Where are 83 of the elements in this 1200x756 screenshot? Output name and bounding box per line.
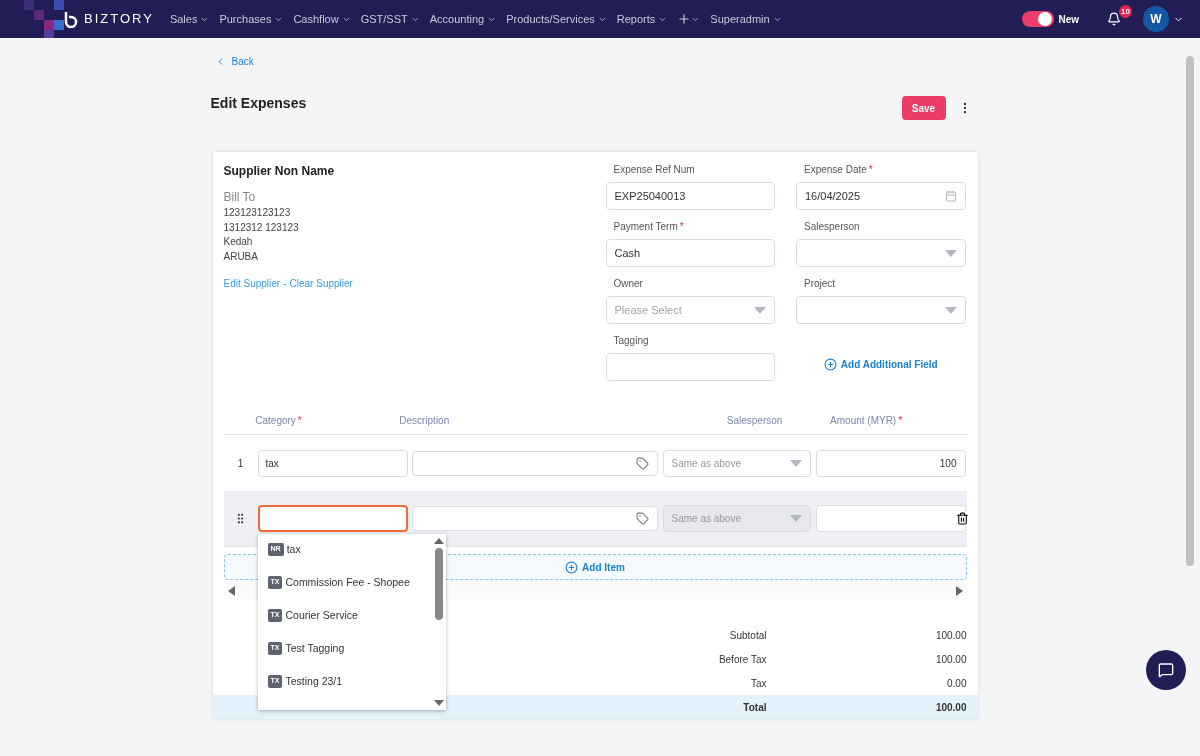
category-field[interactable]: [257, 505, 408, 532]
nav-menu[interactable]: Purchases: [219, 10, 284, 28]
plus-circle-icon: [565, 560, 579, 574]
nav-menu[interactable]: Superadmin: [710, 10, 782, 28]
chat-icon: [1158, 662, 1174, 678]
required-mark: *: [679, 219, 684, 234]
user-avatar[interactable]: W: [1143, 6, 1169, 32]
scroll-up-icon: [433, 538, 444, 544]
nav-menu[interactable]: Accounting: [429, 10, 497, 28]
column-header: Description: [399, 415, 450, 426]
address-line: 1312312 123123: [223, 220, 300, 235]
amount-field[interactable]: [815, 505, 966, 532]
dropdown-caret-icon: [944, 306, 957, 314]
address-line: 123123123123: [223, 206, 292, 220]
toggle-label: New: [1058, 12, 1079, 27]
back-link[interactable]: Back: [214, 54, 254, 69]
nav-menu[interactable]: Sales: [169, 10, 210, 28]
supplier-name: Supplier Non Name: [223, 163, 336, 180]
link-separator: -: [283, 277, 287, 291]
column-header: Category: [255, 415, 296, 426]
amount-field[interactable]: 100: [815, 449, 966, 477]
scroll-right-icon: [955, 586, 963, 596]
logo-icon: [62, 10, 80, 28]
nav-menu[interactable]: Products/Services: [506, 10, 607, 28]
tag-icon: [635, 456, 649, 470]
save-button[interactable]: Save: [901, 96, 946, 120]
input-field[interactable]: [605, 353, 775, 381]
bill-to-label: Bill To: [223, 189, 257, 206]
field-label: Project: [804, 276, 836, 291]
page-scrollbar[interactable]: [1186, 56, 1194, 566]
tag-icon: [635, 512, 649, 525]
trash-icon: [956, 512, 969, 525]
summary-label: Total: [743, 700, 767, 715]
toggle-switch[interactable]: [1022, 11, 1055, 27]
notification-badge: 10: [1119, 5, 1132, 18]
dropdown-caret-icon: [944, 249, 957, 257]
date-field[interactable]: 16/04/2025: [796, 182, 966, 210]
field-label: Payment Term: [613, 219, 678, 234]
required-mark: *: [868, 162, 873, 177]
dropdown-caret-icon: [754, 306, 766, 314]
column-header: Salesperson: [726, 415, 783, 426]
nav-menu[interactable]: Cashflow: [293, 10, 351, 28]
input-field[interactable]: Cash: [605, 239, 775, 267]
dropdown-caret-icon: [789, 515, 802, 522]
summary-value: 100.00: [934, 700, 967, 715]
page-title: Edit Expenses: [210, 93, 307, 113]
notifications-button[interactable]: [1107, 12, 1121, 26]
row-number: 1: [237, 456, 244, 471]
plus-circle-icon: [823, 358, 837, 371]
add-additional-field-button[interactable]: Add Additional Field: [823, 357, 938, 372]
nav-menu[interactable]: Reports: [616, 10, 668, 28]
summary-value: 0.00: [946, 676, 967, 691]
input-field[interactable]: EXP25040013: [605, 182, 775, 210]
required-mark: *: [898, 415, 903, 426]
brand-name: BIZTORY: [84, 10, 154, 29]
summary-value: 100.00: [934, 628, 967, 643]
nav-menu[interactable]: GST/SST: [360, 10, 420, 28]
calendar-icon: [944, 190, 957, 202]
description-field[interactable]: [411, 450, 658, 476]
chat-button[interactable]: [1146, 650, 1186, 690]
plus-icon: [677, 12, 692, 26]
select-field[interactable]: [796, 296, 966, 324]
summary-label: Before Tax: [718, 652, 767, 667]
address-line: Kedah: [223, 235, 254, 249]
required-mark: *: [297, 415, 302, 426]
category-field[interactable]: tax: [257, 449, 408, 477]
add-menu[interactable]: [677, 12, 701, 26]
dropdown-caret-icon: [789, 459, 802, 467]
description-field[interactable]: [411, 506, 658, 531]
field-label: Owner: [613, 276, 643, 291]
field-label: Expense Date: [804, 162, 867, 177]
summary-label: Tax: [750, 676, 767, 691]
select-field[interactable]: [796, 239, 966, 267]
scroll-down-icon: [433, 700, 444, 706]
field-label: Salesperson: [804, 219, 860, 234]
address-line: ARUBA: [223, 249, 259, 264]
summary-label: Subtotal: [729, 628, 767, 643]
bell-icon: [1107, 12, 1121, 26]
summary-value: 100.00: [934, 652, 967, 667]
field-label: Expense Ref Num: [613, 162, 695, 177]
field-label: Tagging: [613, 333, 649, 348]
column-header: Amount (MYR): [830, 415, 897, 426]
scroll-left-icon: [227, 586, 235, 596]
